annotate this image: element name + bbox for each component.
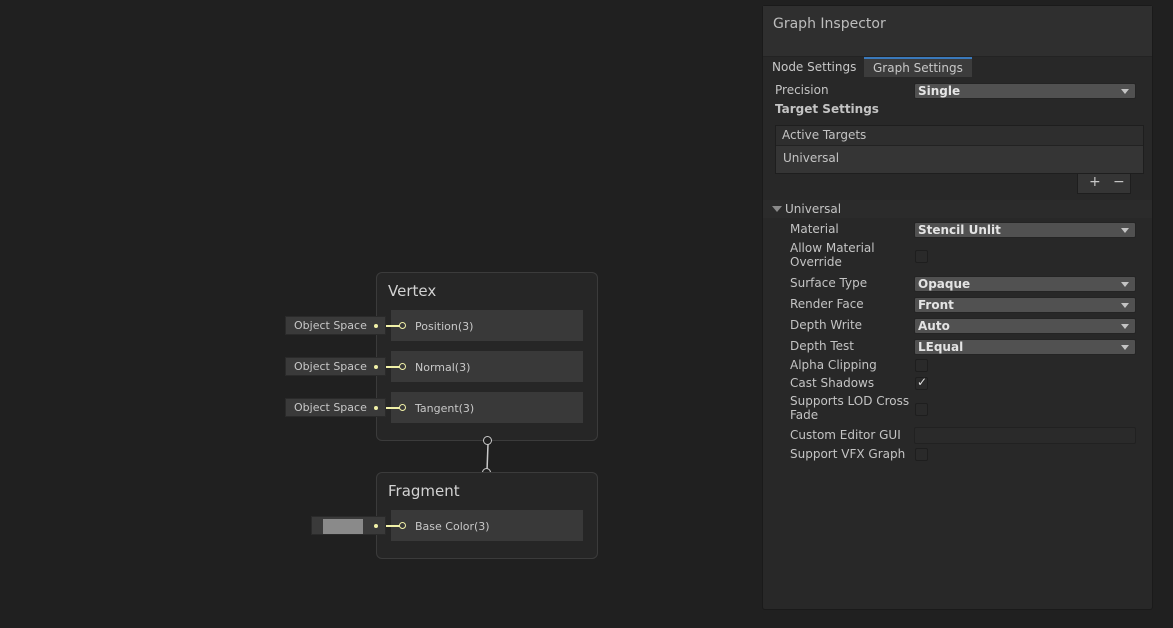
custom-editor-gui-label: Custom Editor GUI [790, 428, 901, 442]
active-targets-controls: + − [1077, 174, 1131, 194]
depth-test-dropdown[interactable]: LEqual [914, 339, 1136, 355]
surface-type-dropdown[interactable]: Opaque [914, 276, 1136, 292]
list-item[interactable]: Universal [783, 151, 839, 165]
surface-type-label: Surface Type [790, 276, 868, 290]
chevron-down-icon [1121, 324, 1129, 329]
cast-shadows-label: Cast Shadows [790, 376, 875, 390]
active-targets-header: Active Targets [776, 126, 1143, 146]
position-space-value: Object Space [294, 319, 367, 332]
position-port-connector[interactable] [399, 322, 406, 329]
active-targets-list: Active Targets Universal [775, 125, 1144, 174]
tangent-space-field[interactable]: Object Space [285, 398, 386, 417]
tangent-port-wire [386, 407, 400, 409]
tangent-inline-connector [374, 406, 378, 410]
graph-inspector-panel: Graph Inspector Node Settings Graph Sett… [762, 5, 1153, 610]
alpha-clipping-label: Alpha Clipping [790, 358, 877, 372]
normal-space-value: Object Space [294, 360, 367, 373]
material-dropdown[interactable]: Stencil Unlit [914, 222, 1136, 238]
supports-lod-cross-fade-checkbox[interactable] [915, 403, 928, 416]
port-label: Position(3) [415, 320, 474, 333]
inspector-tabbar: Node Settings Graph Settings [763, 57, 1152, 77]
precision-label: Precision [775, 83, 829, 97]
chevron-down-icon [1121, 303, 1129, 308]
support-vfx-graph-checkbox[interactable] [915, 448, 928, 461]
graph-canvas[interactable]: Vertex Position(3) Normal(3) Tangent(3) … [0, 0, 760, 628]
position-inline-connector [374, 324, 378, 328]
tangent-port-connector[interactable] [399, 404, 406, 411]
universal-foldout[interactable]: Universal [763, 200, 1152, 218]
supports-lod-cross-fade-label: Supports LOD Cross Fade [790, 394, 910, 422]
inspector-title: Graph Inspector [773, 16, 886, 32]
normal-inline-connector [374, 365, 378, 369]
allow-material-override-checkbox[interactable] [915, 250, 928, 263]
remove-target-button[interactable]: − [1113, 174, 1125, 190]
vertex-node-title: Vertex [388, 282, 437, 300]
fragment-port-base-color[interactable]: Base Color(3) [391, 510, 583, 541]
precision-dropdown[interactable]: Single [914, 83, 1136, 99]
universal-foldout-label: Universal [785, 202, 842, 216]
vertex-port-normal[interactable]: Normal(3) [391, 351, 583, 382]
precision-value: Single [918, 84, 961, 98]
checkmark-icon: ✓ [917, 375, 928, 389]
chevron-down-icon [1121, 282, 1129, 287]
base-color-port-wire [386, 525, 400, 527]
chevron-down-icon [1121, 89, 1129, 94]
surface-type-value: Opaque [918, 277, 971, 291]
cast-shadows-checkbox[interactable]: ✓ [915, 375, 928, 390]
base-color-port-connector[interactable] [399, 522, 406, 529]
fragment-node-title: Fragment [388, 482, 460, 500]
render-face-label: Render Face [790, 297, 864, 311]
vertex-port-tangent[interactable]: Tangent(3) [391, 392, 583, 423]
target-settings-heading: Target Settings [775, 102, 879, 116]
normal-port-wire [386, 366, 400, 368]
position-port-wire [386, 325, 400, 327]
port-label: Normal(3) [415, 361, 471, 374]
support-vfx-graph-label: Support VFX Graph [790, 447, 906, 461]
depth-write-label: Depth Write [790, 318, 863, 332]
normal-space-field[interactable]: Object Space [285, 357, 386, 376]
active-targets-header-label: Active Targets [782, 128, 867, 142]
base-color-inline-connector [374, 524, 378, 528]
render-face-value: Front [918, 298, 954, 312]
base-color-swatch[interactable] [323, 519, 363, 534]
material-label: Material [790, 222, 839, 236]
tab-node-settings[interactable]: Node Settings [763, 57, 865, 77]
depth-test-value: LEqual [918, 340, 964, 354]
add-target-button[interactable]: + [1089, 174, 1101, 190]
triangle-down-icon [772, 206, 782, 212]
depth-write-value: Auto [918, 319, 950, 333]
port-label: Tangent(3) [415, 402, 475, 415]
allow-material-override-label: Allow Material Override [790, 241, 875, 269]
chevron-down-icon [1121, 228, 1129, 233]
depth-test-label: Depth Test [790, 339, 854, 353]
material-value: Stencil Unlit [918, 223, 1001, 237]
port-label: Base Color(3) [415, 520, 490, 533]
alpha-clipping-checkbox[interactable] [915, 359, 928, 372]
tab-graph-settings[interactable]: Graph Settings [864, 57, 972, 77]
vertex-node[interactable]: Vertex Position(3) Normal(3) Tangent(3) [376, 272, 598, 441]
tangent-space-value: Object Space [294, 401, 367, 414]
render-face-dropdown[interactable]: Front [914, 297, 1136, 313]
vertex-port-position[interactable]: Position(3) [391, 310, 583, 341]
normal-port-connector[interactable] [399, 363, 406, 370]
custom-editor-gui-field[interactable] [914, 427, 1136, 444]
depth-write-dropdown[interactable]: Auto [914, 318, 1136, 334]
position-space-field[interactable]: Object Space [285, 316, 386, 335]
fragment-node[interactable]: Fragment Base Color(3) [376, 472, 598, 559]
chevron-down-icon [1121, 345, 1129, 350]
